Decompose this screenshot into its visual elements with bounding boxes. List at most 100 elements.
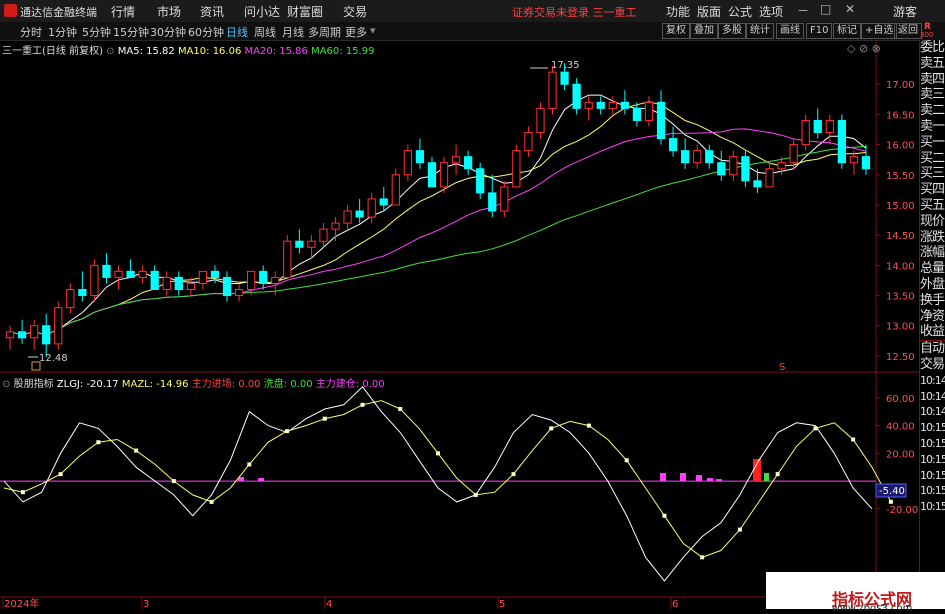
price-tick-label: 13.00 bbox=[886, 322, 915, 333]
mark-button[interactable]: 标记 bbox=[833, 23, 861, 39]
menu-trade[interactable]: 交易 bbox=[343, 3, 367, 20]
back-button[interactable]: 返回 bbox=[894, 23, 922, 39]
indicator-tick-label: 60.00 bbox=[886, 394, 915, 405]
mazl-value: MAZL: -14.96 bbox=[121, 379, 189, 390]
candle-body bbox=[464, 156, 473, 170]
trade-login-notice[interactable]: 证券交易未登录 三一重工 bbox=[512, 4, 637, 20]
menu-ask[interactable]: 问小达 bbox=[244, 3, 280, 20]
menu-options[interactable]: 选项 bbox=[759, 3, 783, 20]
period-15min[interactable]: 15分钟 bbox=[113, 24, 149, 40]
mazl-dot bbox=[511, 472, 516, 477]
candle-body bbox=[500, 186, 509, 212]
quote-side-panel[interactable]: 委比 卖五 卖四 卖三 卖二 卖一 买一 买二 买三 买四 买五 现价 涨跌 涨… bbox=[919, 40, 945, 609]
period-30min[interactable]: 30分钟 bbox=[150, 24, 186, 40]
mazl-dot bbox=[209, 499, 214, 504]
ma20-value: MA20: 15.86 bbox=[244, 46, 308, 57]
candle-body bbox=[162, 276, 171, 291]
menu-function[interactable]: 功能 bbox=[666, 3, 690, 20]
menu-formula[interactable]: 公式 bbox=[728, 3, 752, 20]
draw-line-button[interactable]: 画线 bbox=[776, 23, 804, 39]
ma60-value: MA60: 15.99 bbox=[311, 46, 375, 57]
candle-body bbox=[379, 198, 388, 206]
price-tick-label: 14.50 bbox=[886, 231, 915, 242]
minimize-icon[interactable]: － bbox=[797, 2, 809, 19]
washout-bar bbox=[764, 473, 769, 482]
candle-body bbox=[5, 331, 15, 339]
menu-market[interactable]: 市场 bbox=[157, 3, 181, 20]
period-more[interactable]: 更多 bbox=[345, 24, 367, 40]
more-chevron-icon[interactable]: ▾ bbox=[370, 24, 376, 37]
candle-body bbox=[656, 101, 666, 140]
candle-body bbox=[343, 210, 352, 224]
candle-body bbox=[126, 270, 135, 278]
chart-settings-icon[interactable]: ⊙ bbox=[106, 46, 114, 57]
add-watchlist-button[interactable]: +自选 bbox=[861, 23, 898, 39]
indicator-bar bbox=[660, 473, 666, 482]
period-weekly[interactable]: 周线 bbox=[254, 24, 276, 40]
candle-body bbox=[234, 289, 244, 297]
candle-body bbox=[584, 101, 593, 109]
mazl-dot bbox=[134, 448, 139, 453]
mazl-dot bbox=[624, 458, 629, 463]
candle-body bbox=[572, 83, 581, 109]
adjust-button[interactable]: 复权 bbox=[662, 23, 690, 39]
side-auto[interactable]: 自动 bbox=[920, 340, 945, 357]
menu-wealth[interactable]: 财富圈 bbox=[287, 3, 323, 20]
menu-layout[interactable]: 版面 bbox=[697, 3, 721, 20]
period-multi[interactable]: 多周期 bbox=[308, 24, 341, 40]
candle-body bbox=[608, 101, 617, 109]
side-bid5: 买五 bbox=[920, 197, 945, 213]
period-5min[interactable]: 5分钟 bbox=[82, 24, 111, 40]
candle-body bbox=[439, 162, 449, 188]
menu-news[interactable]: 资讯 bbox=[200, 3, 224, 20]
close-icon[interactable]: ✕ bbox=[845, 2, 855, 16]
period-daily[interactable]: 日线 bbox=[226, 24, 248, 40]
maximize-icon[interactable]: □ bbox=[820, 2, 831, 16]
f10-button[interactable]: F10 bbox=[806, 23, 833, 39]
period-monthly[interactable]: 月线 bbox=[282, 24, 304, 40]
multi-stock-button[interactable]: 多股 bbox=[718, 23, 746, 39]
mazl-dot bbox=[96, 440, 101, 445]
main-build-value: 主力建仓: 0.00 bbox=[315, 379, 385, 390]
time-tick-label: 2024年 bbox=[4, 597, 39, 609]
candle-body bbox=[668, 138, 678, 152]
period-60min[interactable]: 60分钟 bbox=[188, 24, 224, 40]
candle-body bbox=[150, 270, 159, 291]
price-tick-label: 14.00 bbox=[886, 261, 915, 272]
user-guest[interactable]: 游客 bbox=[893, 3, 917, 20]
menu-quotes[interactable]: 行情 bbox=[111, 3, 135, 20]
candle-body bbox=[138, 270, 147, 278]
ma5-line bbox=[9, 94, 867, 336]
candle-body bbox=[114, 270, 123, 278]
period-1min[interactable]: 1分钟 bbox=[48, 24, 77, 40]
candle-body bbox=[415, 150, 425, 164]
price-tick-label: 16.00 bbox=[886, 141, 915, 152]
chart-options-icons[interactable]: ◇ ⊘ ⊗ bbox=[847, 42, 881, 55]
time-tick-label: 5 bbox=[499, 599, 505, 609]
mazl-dot bbox=[360, 402, 365, 407]
mazl-dot bbox=[737, 527, 742, 532]
time-tick-label: 3 bbox=[143, 599, 149, 609]
candle-body bbox=[801, 119, 810, 146]
side-ask2: 卖二 bbox=[920, 103, 945, 119]
period-tick[interactable]: 分时 bbox=[20, 24, 42, 40]
high-price-label: 17.35 bbox=[551, 60, 580, 71]
mazl-dot bbox=[700, 555, 705, 560]
candle-body bbox=[476, 168, 485, 194]
side-change-pct: 涨幅 bbox=[920, 245, 945, 261]
indicator-toggle-icon[interactable]: ⊙ bbox=[2, 379, 10, 390]
washout-value: 洗盘: 0.00 bbox=[263, 379, 313, 390]
candle-body bbox=[620, 101, 629, 109]
app-title: 通达信金融终端 bbox=[20, 6, 97, 19]
side-trade[interactable]: 交易 bbox=[920, 357, 945, 373]
candle-body bbox=[367, 198, 376, 218]
side-volume: 总量 bbox=[920, 261, 945, 277]
price-tick-label: 16.50 bbox=[886, 110, 915, 121]
candle-body bbox=[705, 150, 714, 164]
statistics-button[interactable]: 统计 bbox=[746, 23, 774, 39]
overlay-button[interactable]: 叠加 bbox=[690, 23, 718, 39]
stock-label[interactable]: 三一重工(日线 前复权) bbox=[2, 46, 103, 57]
indicator-name[interactable]: 股朋指标 bbox=[14, 379, 54, 390]
side-turnover: 换手 bbox=[920, 292, 945, 308]
chart-canvas[interactable]: 17.00 16.50 16.00 15.50 15.00 14.50 14.00 13.50… bbox=[0, 40, 919, 609]
